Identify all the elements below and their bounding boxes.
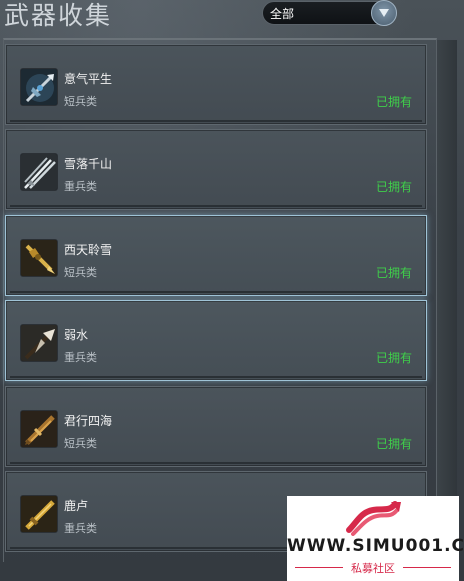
weapon-category: 短兵类 xyxy=(64,266,97,279)
chevron-down-icon[interactable] xyxy=(371,0,397,26)
filter-dropdown[interactable]: 全部 xyxy=(262,0,397,26)
weapon-category: 重兵类 xyxy=(64,180,97,193)
owned-status: 已拥有 xyxy=(375,351,412,365)
page-title: 武器收集 xyxy=(4,1,113,30)
filter-selected-label: 全部 xyxy=(270,6,295,21)
bronze-blade-icon xyxy=(20,410,58,448)
weapon-category: 短兵类 xyxy=(64,95,97,108)
scrollbar[interactable] xyxy=(437,40,457,560)
owned-status: 已拥有 xyxy=(375,437,412,451)
weapon-card[interactable]: 意气平生 短兵类 已拥有 xyxy=(5,44,427,125)
owned-status: 已拥有 xyxy=(375,266,412,280)
weapon-category: 短兵类 xyxy=(64,437,97,450)
weapon-card[interactable]: 西天聆雪 短兵类 已拥有 xyxy=(5,215,427,296)
weapon-card[interactable]: 雪落千山 重兵类 已拥有 xyxy=(5,129,427,210)
claw-blades-icon xyxy=(20,153,58,191)
golden-spear-icon xyxy=(20,239,58,277)
watermark-subtitle: 私募社区 xyxy=(351,562,395,575)
weapon-name: 君行四海 xyxy=(64,414,113,428)
spearhead-icon xyxy=(20,324,58,362)
owned-status: 已拥有 xyxy=(375,95,412,109)
weapon-name: 西天聆雪 xyxy=(64,243,113,257)
owned-status: 已拥有 xyxy=(375,180,412,194)
watermark: WWW.SIMU001.CN 私募社区 xyxy=(287,496,464,581)
weapon-category: 重兵类 xyxy=(64,351,97,364)
halberd-icon xyxy=(20,68,58,106)
weapon-name: 弱水 xyxy=(64,328,89,342)
weapon-category: 重兵类 xyxy=(64,522,97,535)
weapon-name: 意气平生 xyxy=(64,72,113,86)
watermark-logo-icon xyxy=(346,501,401,536)
weapon-name: 雪落千山 xyxy=(64,157,113,171)
watermark-site: WWW.SIMU001.CN xyxy=(287,536,464,556)
golden-sword-icon xyxy=(20,495,58,533)
weapon-name: 鹿卢 xyxy=(64,499,89,513)
weapon-card[interactable]: 君行四海 短兵类 已拥有 xyxy=(5,386,427,467)
weapon-card[interactable]: 弱水 重兵类 已拥有 xyxy=(5,300,427,381)
